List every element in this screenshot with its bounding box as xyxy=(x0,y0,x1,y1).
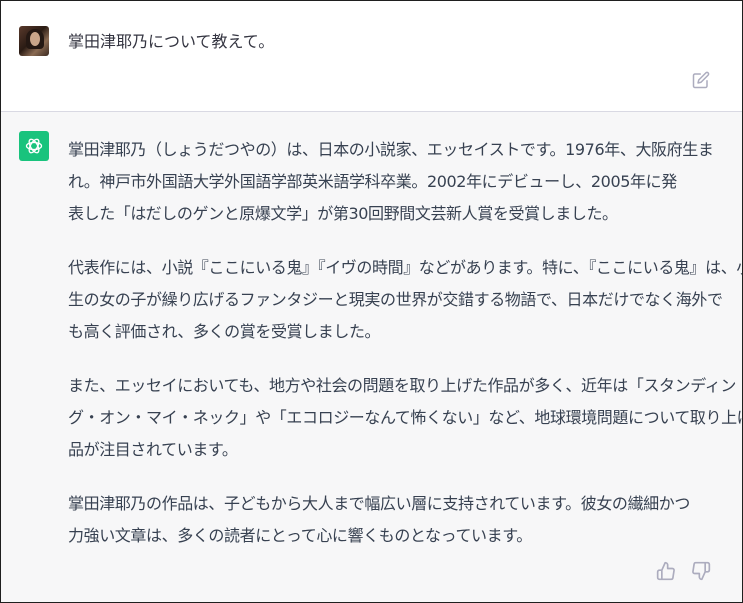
answer-paragraph-3: また、エッセイにおいても、地方や社会の問題を取り上げた作品が多く、近年は「スタン… xyxy=(68,370,743,466)
user-avatar xyxy=(19,26,49,56)
avatar-face xyxy=(30,32,40,46)
answer-line: も高く評価され、多くの賞を受賞しました。 xyxy=(68,322,381,341)
assistant-message-text: 掌田津耶乃（しょうだつやの）は、日本の小説家、エッセイストです。1976年、大阪… xyxy=(68,134,743,574)
user-message-text: 掌田津耶乃について教えて。 xyxy=(68,32,275,51)
answer-line: グ・オン・マイ・ネック」や「エコロジーなんて怖くない」など、地球環境問題について… xyxy=(68,408,743,427)
edit-icon[interactable] xyxy=(692,71,710,89)
answer-line: 掌田津耶乃の作品は、子どもから大人まで幅広い層に支持されています。彼女の繊細かつ xyxy=(68,494,690,513)
answer-line: れ。神戸市外国語大学外国語学部英米語学科卒業。2002年にデビューし、2005年… xyxy=(68,172,677,191)
answer-line: 掌田津耶乃（しょうだつやの）は、日本の小説家、エッセイストです。1976年、大阪… xyxy=(68,140,714,159)
answer-paragraph-1: 掌田津耶乃（しょうだつやの）は、日本の小説家、エッセイストです。1976年、大阪… xyxy=(68,134,728,230)
answer-line: 生の女の子が繰り広げるファンタジーと現実の世界が交錯する物語で、日本だけでなく海… xyxy=(68,290,723,309)
answer-line: 品が注目されています。 xyxy=(68,440,238,459)
user-message-row: 掌田津耶乃について教えて。 xyxy=(1,1,742,112)
thumbs-up-icon[interactable] xyxy=(656,561,676,581)
answer-line: 代表作には、小説『ここにいる鬼』『イヴの時間』などがあります。特に、『ここにいる… xyxy=(68,258,743,277)
answer-paragraph-2: 代表作には、小説『ここにいる鬼』『イヴの時間』などがあります。特に、『ここにいる… xyxy=(68,252,743,348)
answer-line: 力強い文章は、多くの読者にとって心に響くものとなっています。 xyxy=(68,526,532,545)
answer-paragraph-4: 掌田津耶乃の作品は、子どもから大人まで幅広い層に支持されています。彼女の繊細かつ… xyxy=(68,488,728,552)
assistant-message-row: 掌田津耶乃（しょうだつやの）は、日本の小説家、エッセイストです。1976年、大阪… xyxy=(1,112,742,602)
openai-logo-icon xyxy=(19,131,49,161)
thumbs-down-icon[interactable] xyxy=(691,561,711,581)
chat-window: 掌田津耶乃について教えて。 掌田津耶乃（しょうだつやの）は、日本の小説家、エッセ… xyxy=(0,0,743,603)
answer-line: また、エッセイにおいても、地方や社会の問題を取り上げた作品が多く、近年は「スタン… xyxy=(68,376,736,395)
answer-line: 表した「はだしのゲンと原爆文学」が第30回野間文芸新人賞を受賞しました。 xyxy=(68,204,618,223)
